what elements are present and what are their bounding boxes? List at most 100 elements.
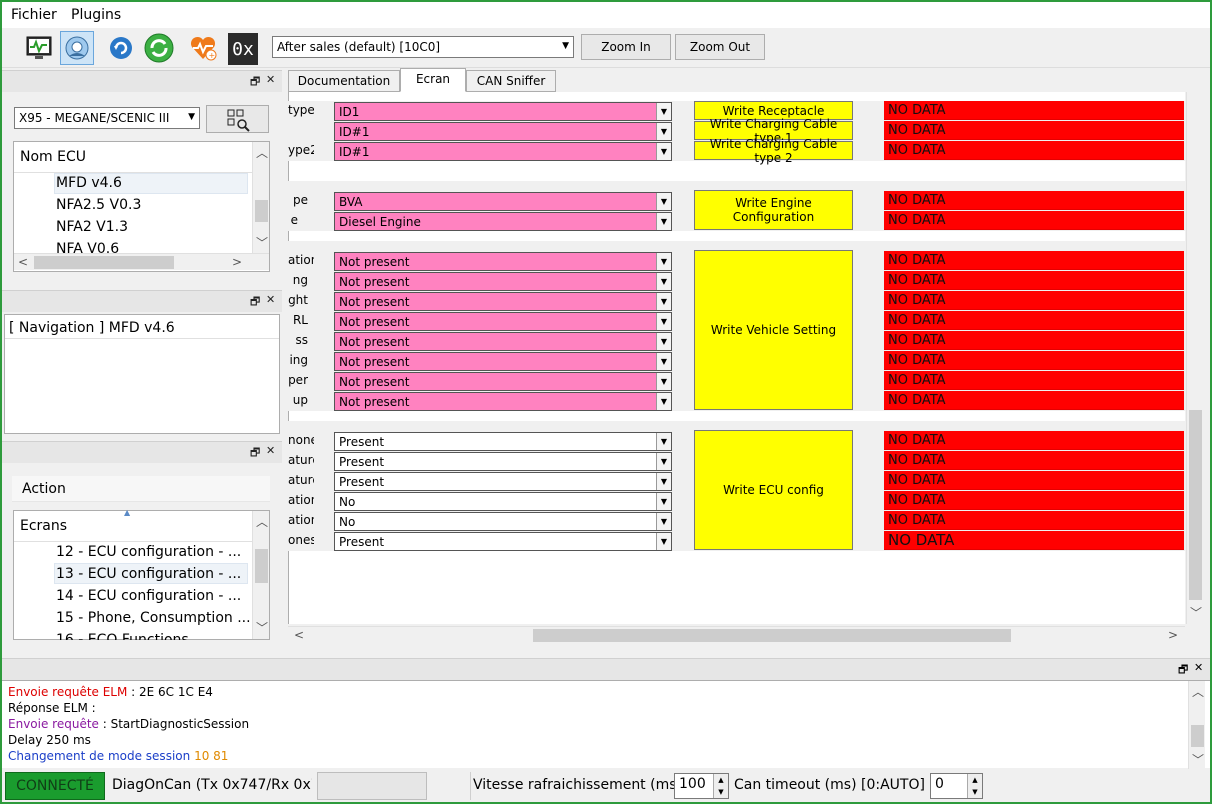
refresh-icon[interactable] xyxy=(104,31,138,65)
log-line: Réponse ELM : xyxy=(8,701,96,715)
chevron-up-icon[interactable]: ︿ xyxy=(256,144,268,161)
write-ecu-config-button[interactable]: Write ECU config xyxy=(694,430,853,550)
ecu-item[interactable]: NFA2.5 V0.3 xyxy=(56,197,141,213)
vehicle-setting-select[interactable]: Not present ▼ xyxy=(334,272,672,291)
chevron-down-icon[interactable]: ▼ xyxy=(656,143,671,160)
chevron-down-icon[interactable]: ▼ xyxy=(656,293,671,310)
spin-down-icon[interactable]: ▼ xyxy=(713,786,728,798)
log-vscroll[interactable]: ︿ ﹀ xyxy=(1188,681,1205,769)
screen-item[interactable]: 14 - ECU configuration - ... xyxy=(56,588,241,604)
chevron-down-icon[interactable]: ▼ xyxy=(656,493,671,510)
chevron-down-icon[interactable]: ▼ xyxy=(656,533,671,550)
vehicle-setting-select[interactable]: Not present ▼ xyxy=(334,372,672,391)
tab-documentation[interactable]: Documentation xyxy=(288,70,400,92)
write-engine-config-button[interactable]: Write Engine Configuration xyxy=(694,190,853,230)
chevron-down-icon[interactable]: ▼ xyxy=(656,193,671,210)
chevron-down-icon[interactable]: ▼ xyxy=(656,333,671,350)
menu-fichier[interactable]: Fichier xyxy=(11,7,57,23)
screen-vscroll[interactable]: ﹀ xyxy=(1186,92,1203,624)
vehicle-setting-select[interactable]: Not present ▼ xyxy=(334,252,672,271)
ecu-config-select[interactable]: No ▼ xyxy=(334,512,672,531)
float-icon[interactable]: 🗗 xyxy=(250,293,260,312)
chevron-down-icon[interactable]: ▼ xyxy=(656,253,671,270)
spin-up-icon[interactable]: ▲ xyxy=(713,774,728,786)
write-cable-type2-button[interactable]: Write Charging Cable type 2 xyxy=(694,137,853,165)
ecu-item[interactable]: MFD v4.6 xyxy=(56,175,122,191)
ecu-config-select[interactable]: Present ▼ xyxy=(334,532,672,551)
cable-type2-select[interactable]: ID#1 ▼ xyxy=(334,142,672,161)
ecu-list-vscroll[interactable]: ︿ ﹀ xyxy=(252,142,269,253)
chevron-down-icon[interactable]: ▼ xyxy=(656,353,671,370)
chevron-down-icon[interactable]: ﹀ xyxy=(256,619,268,636)
tech-support-icon[interactable] xyxy=(60,31,94,65)
ecu-config-select[interactable]: Present ▼ xyxy=(334,432,672,451)
vehicle-combo[interactable]: X95 - MEGANE/SCENIC III ▼ xyxy=(14,107,200,129)
tab-ecran[interactable]: Ecran xyxy=(400,68,466,92)
chevron-down-icon[interactable]: ▼ xyxy=(656,123,671,140)
session-combo[interactable]: After sales (default) [10C0] ▼ xyxy=(272,36,574,58)
vehicle-setting-select[interactable]: Not present ▼ xyxy=(334,292,672,311)
float-icon[interactable]: 🗗 xyxy=(250,73,260,92)
chevron-down-icon[interactable]: ﹀ xyxy=(256,234,268,251)
chevron-down-icon[interactable]: ▼ xyxy=(656,453,671,470)
chevron-down-icon[interactable]: ▼ xyxy=(656,473,671,490)
menu-plugins[interactable]: Plugins xyxy=(71,7,121,23)
chevron-right-icon[interactable]: > xyxy=(232,255,242,269)
scan-ecu-button[interactable] xyxy=(206,105,269,133)
chevron-down-icon[interactable]: ﹀ xyxy=(1192,751,1204,768)
chevron-down-icon[interactable]: ▼ xyxy=(656,393,671,410)
close-icon[interactable]: ✕ xyxy=(1194,661,1203,674)
cable-type1-select[interactable]: ID#1 ▼ xyxy=(334,122,672,141)
spin-up-icon[interactable]: ▲ xyxy=(967,774,982,786)
chevron-up-icon[interactable]: ︿ xyxy=(1192,683,1204,700)
can-timeout-spinbox[interactable]: 0 ▲ ▼ xyxy=(930,773,983,799)
zoom-out-button[interactable]: Zoom Out xyxy=(675,34,765,60)
refresh-rate-spinbox[interactable]: 100 ▲ ▼ xyxy=(674,773,729,799)
ecu-config-select[interactable]: No ▼ xyxy=(334,492,672,511)
screen-item[interactable]: 15 - Phone, Consumption ... xyxy=(56,610,251,626)
vehicle-setting-select[interactable]: Not present ▼ xyxy=(334,332,672,351)
chevron-left-icon[interactable]: < xyxy=(294,628,304,642)
close-icon[interactable]: ✕ xyxy=(266,293,275,306)
engine-select[interactable]: Diesel Engine ▼ xyxy=(334,212,672,231)
screens-list-vscroll[interactable]: ︿ ﹀ xyxy=(252,511,269,639)
chevron-down-icon[interactable]: ﹀ xyxy=(1190,604,1202,621)
float-icon[interactable]: 🗗 xyxy=(250,444,260,463)
chevron-down-icon[interactable]: ▼ xyxy=(656,513,671,530)
hex-icon[interactable]: 0x xyxy=(228,33,258,65)
screen-item[interactable]: 16 - ECO Functions xyxy=(56,632,189,640)
screen-item[interactable]: 13 - ECU configuration - ... xyxy=(56,566,241,582)
ecu-config-select[interactable]: Present ▼ xyxy=(334,472,672,491)
zoom-in-button[interactable]: Zoom In xyxy=(581,34,671,60)
vehicle-setting-select[interactable]: Not present ▼ xyxy=(334,352,672,371)
chevron-down-icon[interactable]: ▼ xyxy=(656,433,671,450)
tab-can-sniffer[interactable]: CAN Sniffer xyxy=(466,70,556,92)
close-icon[interactable]: ✕ xyxy=(266,73,275,86)
close-icon[interactable]: ✕ xyxy=(266,444,275,457)
write-vehicle-setting-button[interactable]: Write Vehicle Setting xyxy=(694,250,853,410)
chevron-right-icon[interactable]: > xyxy=(1168,628,1178,642)
ecu-config-select[interactable]: Present ▼ xyxy=(334,452,672,471)
vehicle-setting-select[interactable]: Not present ▼ xyxy=(334,312,672,331)
screen-hscroll[interactable]: < > xyxy=(288,626,1185,643)
ecu-item[interactable]: NFA V0.6 xyxy=(56,241,119,253)
chevron-down-icon[interactable]: ▼ xyxy=(656,103,671,120)
receptacle-select[interactable]: ID1 ▼ xyxy=(334,102,672,121)
chevron-down-icon[interactable]: ▼ xyxy=(656,373,671,390)
chevron-down-icon[interactable]: ▼ xyxy=(656,273,671,290)
screen-item[interactable]: 12 - ECU configuration - ... xyxy=(56,544,241,560)
spin-down-icon[interactable]: ▼ xyxy=(967,786,982,798)
chevron-down-icon[interactable]: ▼ xyxy=(656,313,671,330)
monitor-icon[interactable] xyxy=(22,31,56,65)
chevron-down-icon[interactable]: ▼ xyxy=(656,213,671,230)
ecu-item[interactable]: NFA2 V1.3 xyxy=(56,219,128,235)
chevron-up-icon[interactable]: ︿ xyxy=(256,513,268,530)
heart-monitor-icon[interactable]: + xyxy=(186,31,220,65)
gearbox-select[interactable]: BVA ▼ xyxy=(334,192,672,211)
vehicle-setting-select[interactable]: Not present ▼ xyxy=(334,392,672,411)
chevron-left-icon[interactable]: < xyxy=(18,255,28,269)
sync-icon[interactable] xyxy=(142,31,176,65)
screens-list-header: Ecrans xyxy=(20,518,68,534)
ecu-list-hscroll[interactable]: < > xyxy=(14,253,269,270)
float-icon[interactable]: 🗗 xyxy=(1178,661,1188,680)
